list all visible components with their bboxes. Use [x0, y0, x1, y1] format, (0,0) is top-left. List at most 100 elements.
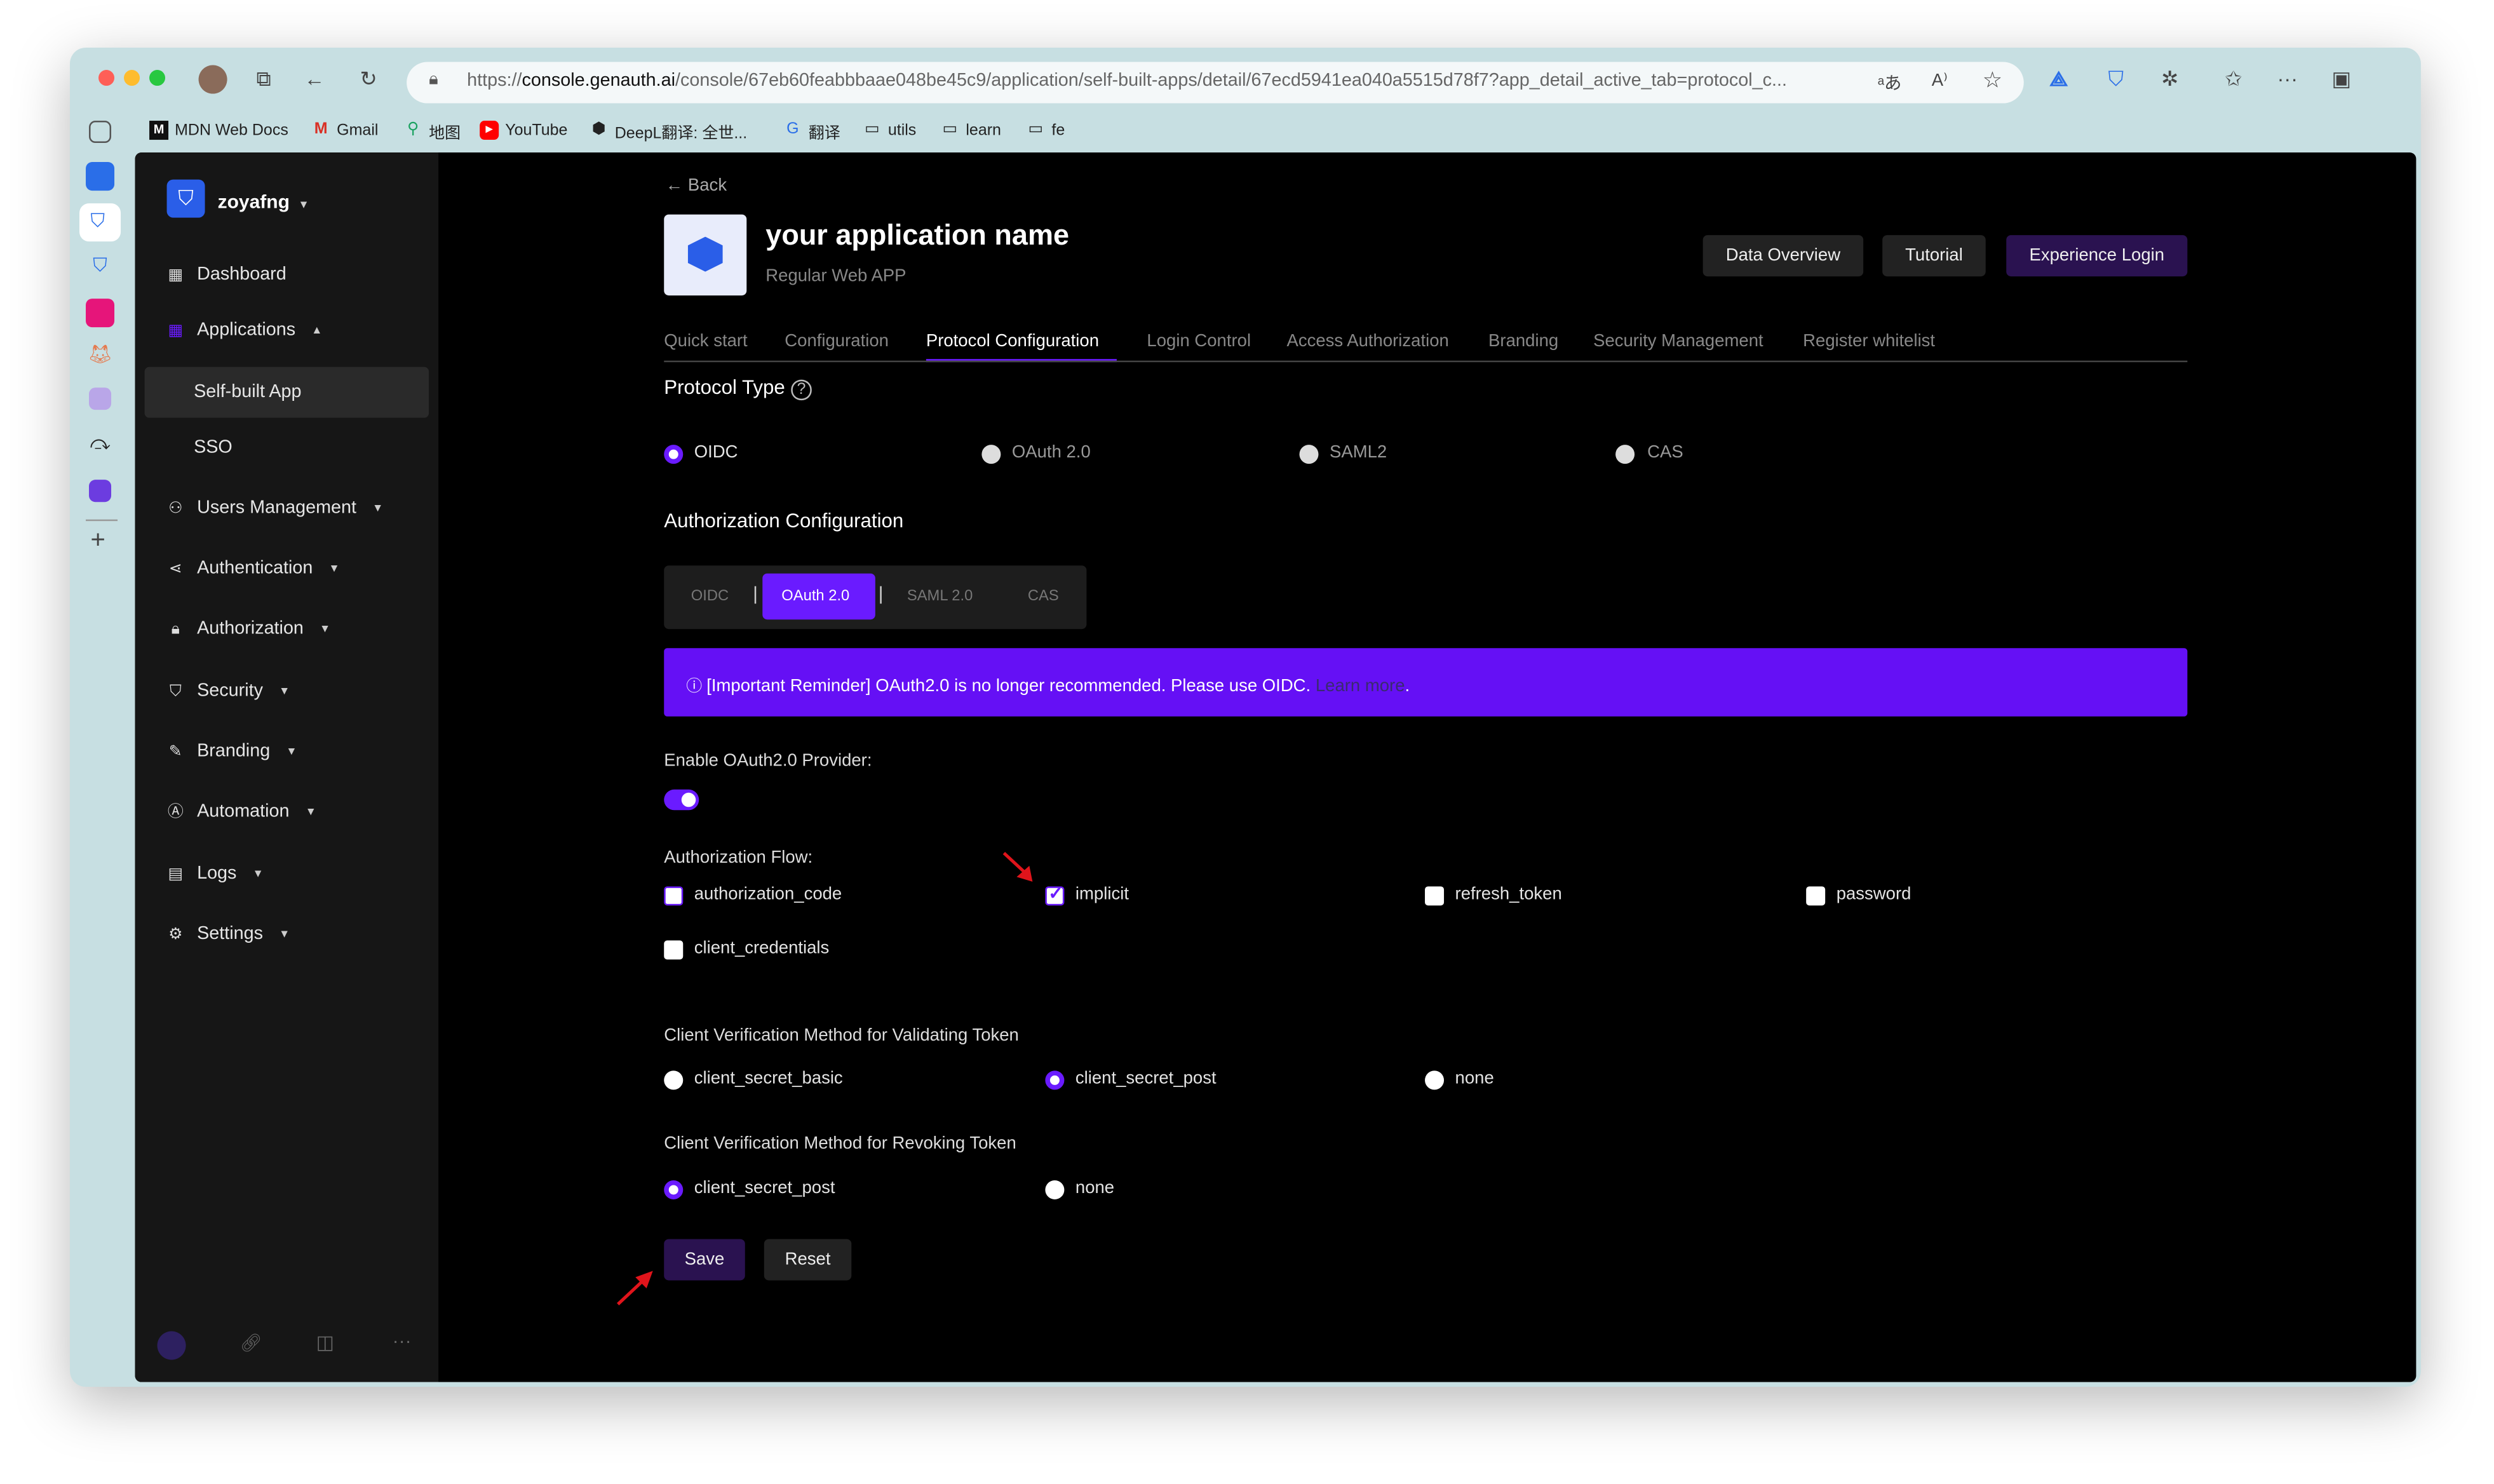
tab-quick-start[interactable]: Quick start: [664, 332, 747, 351]
more-icon[interactable]: ···: [393, 1330, 412, 1352]
app-logo: [664, 214, 747, 296]
enable-provider-toggle[interactable]: [664, 789, 699, 811]
tab-protocol-configuration[interactable]: Protocol Configuration: [926, 332, 1099, 351]
minimize-window-button[interactable]: [124, 70, 140, 86]
assistant-icon[interactable]: [157, 1331, 186, 1360]
revoke-none-label: none: [1075, 1178, 1115, 1198]
tab-register-whitelist[interactable]: Register whitelist: [1803, 332, 1935, 351]
sidebar-item-label: Security: [197, 681, 263, 701]
learn-more-link[interactable]: Learn more: [1316, 677, 1405, 696]
favorite-star-icon[interactable]: ☆: [1983, 67, 2002, 94]
vertical-tab-active[interactable]: ⛉: [79, 203, 121, 242]
sidebar-item-authentication[interactable]: ⋖ Authentication ▼: [167, 559, 340, 578]
auth-config-heading: Authorization Configuration: [664, 509, 904, 532]
bookmark-folder-fe[interactable]: ▭ fe: [1026, 118, 1065, 143]
experience-login-button[interactable]: Experience Login: [2006, 235, 2188, 277]
profile-avatar[interactable]: [198, 65, 227, 94]
radio-validate-client-secret-post[interactable]: [1045, 1070, 1065, 1090]
back-link[interactable]: ← Back: [666, 177, 727, 196]
tab-configuration[interactable]: Configuration: [785, 332, 889, 351]
bookmark-folder-learn[interactable]: ▭ learn: [940, 118, 1001, 143]
tab-access-authorization[interactable]: Access Authorization: [1286, 332, 1448, 351]
segment-saml2[interactable]: SAML 2.0: [907, 588, 973, 605]
vertical-tab-8[interactable]: [89, 480, 112, 503]
vertical-tab-7[interactable]: ⤼: [86, 432, 114, 461]
sidebar-item-self-built-app[interactable]: Self-built App: [194, 383, 301, 402]
radio-oauth2[interactable]: [981, 445, 1001, 464]
automation-icon: Ⓐ: [167, 803, 184, 821]
validate-method-label: Client Verification Method for Validatin…: [664, 1026, 1019, 1046]
checkbox-authorization-code[interactable]: [664, 886, 684, 906]
new-tab-plus-icon[interactable]: +: [91, 527, 105, 556]
org-switcher[interactable]: zoyafng ▼: [218, 191, 309, 213]
console-app: ⛉ zoyafng ▼ ▦ Dashboard ▦ Applications ▲ Se…: [135, 152, 2416, 1382]
reset-button[interactable]: Reset: [764, 1239, 852, 1281]
radio-validate-client-secret-basic[interactable]: [664, 1070, 684, 1090]
sidebar-item-sso[interactable]: SSO: [194, 438, 233, 457]
bookmark-deepl[interactable]: ⬢ DeepL翻译: 全世...: [590, 118, 747, 143]
extensions-icon[interactable]: ✲: [2157, 67, 2183, 92]
radio-revoke-none[interactable]: [1045, 1180, 1065, 1199]
checkbox-implicit[interactable]: [1045, 883, 1065, 906]
sidebar-item-label: Settings: [197, 924, 264, 944]
radio-revoke-client-secret-post[interactable]: [664, 1180, 684, 1199]
dashboard-icon: ▦: [168, 266, 184, 284]
bookmark-maps[interactable]: ⚲ 地图: [403, 118, 461, 143]
tab-login-control[interactable]: Login Control: [1147, 332, 1251, 351]
address-bar[interactable]: 🔒︎ https://console.genauth.ai/console/67…: [407, 62, 2024, 104]
reload-icon[interactable]: ↻: [356, 67, 381, 92]
sidebar-item-applications[interactable]: ▦ Applications ▲: [167, 321, 322, 340]
tab-branding[interactable]: Branding: [1488, 332, 1558, 351]
radio-oidc[interactable]: [664, 445, 684, 464]
tab-security-management[interactable]: Security Management: [1593, 332, 1763, 351]
bookmark-folder-utils[interactable]: ▭ utils: [863, 118, 916, 143]
close-window-button[interactable]: [98, 70, 115, 86]
vertical-tabs-toggle-icon[interactable]: [89, 121, 112, 144]
segment-oidc[interactable]: OIDC: [691, 588, 729, 605]
help-circle-icon[interactable]: ?: [790, 379, 812, 401]
vertical-tab-5[interactable]: 🦊︎: [86, 343, 114, 372]
sidebar-item-users[interactable]: ⚇ Users Management ▼: [167, 499, 383, 518]
radio-cas-label: CAS: [1647, 443, 1683, 462]
extension-puzzle-icon[interactable]: ⟁: [2046, 67, 2072, 92]
radio-saml2[interactable]: [1299, 445, 1319, 464]
radio-cas[interactable]: [1615, 445, 1635, 464]
cube-icon: [687, 236, 723, 272]
segment-cas[interactable]: CAS: [1028, 588, 1059, 605]
back-arrow-icon[interactable]: ←: [302, 67, 327, 92]
checkbox-password[interactable]: [1806, 886, 1826, 906]
bookmark-translate[interactable]: G 翻译: [783, 118, 840, 143]
sidebar-item-authorization[interactable]: 🔒︎ Authorization ▼: [167, 619, 331, 638]
tabs-icon[interactable]: ⧉: [251, 67, 276, 92]
favorites-icon[interactable]: ✩: [2221, 67, 2246, 92]
bookmark-gmail[interactable]: M Gmail: [311, 118, 379, 143]
bookmark-youtube[interactable]: ▶ YouTube: [480, 118, 567, 143]
sidebar-toggle-icon[interactable]: ▣: [2329, 67, 2354, 92]
protocol-type-heading: Protocol Type ?: [664, 377, 812, 401]
radio-validate-none[interactable]: [1425, 1070, 1445, 1090]
sidebar-item-automation[interactable]: Ⓐ Automation ▼: [167, 802, 316, 821]
checkbox-client-credentials[interactable]: [664, 940, 684, 960]
book-icon[interactable]: ◫: [316, 1332, 334, 1354]
vertical-tab-6[interactable]: [89, 388, 112, 410]
vertical-tab-1[interactable]: [86, 162, 115, 191]
folder-icon: ▭: [942, 121, 958, 138]
data-overview-button[interactable]: Data Overview: [1702, 235, 1864, 277]
sidebar-item-security[interactable]: ⛉ Security ▼: [167, 682, 290, 701]
sidebar-item-logs[interactable]: ▤ Logs ▼: [167, 864, 263, 883]
sidebar-item-branding[interactable]: ✎ Branding ▼: [167, 742, 297, 761]
sidebar-item-dashboard[interactable]: ▦ Dashboard: [167, 266, 286, 285]
shield-extension-icon[interactable]: ⛉: [2103, 67, 2129, 92]
vertical-tab-3[interactable]: ⛉: [86, 254, 114, 283]
translate-icon[interactable]: ᵃあ: [1878, 70, 1902, 95]
save-button[interactable]: Save: [664, 1239, 745, 1281]
sidebar-item-settings[interactable]: ⚙ Settings ▼: [167, 924, 290, 943]
read-aloud-icon[interactable]: A⁾: [1932, 70, 1948, 91]
more-icon[interactable]: ···: [2275, 67, 2300, 92]
vertical-tab-4[interactable]: [86, 299, 115, 328]
checkbox-refresh-token[interactable]: [1425, 886, 1445, 906]
zoom-window-button[interactable]: [149, 70, 166, 86]
tutorial-button[interactable]: Tutorial: [1882, 235, 1986, 277]
bookmark-mdn[interactable]: M MDN Web Docs: [149, 118, 288, 143]
link-icon[interactable]: 🔗︎: [240, 1333, 262, 1354]
